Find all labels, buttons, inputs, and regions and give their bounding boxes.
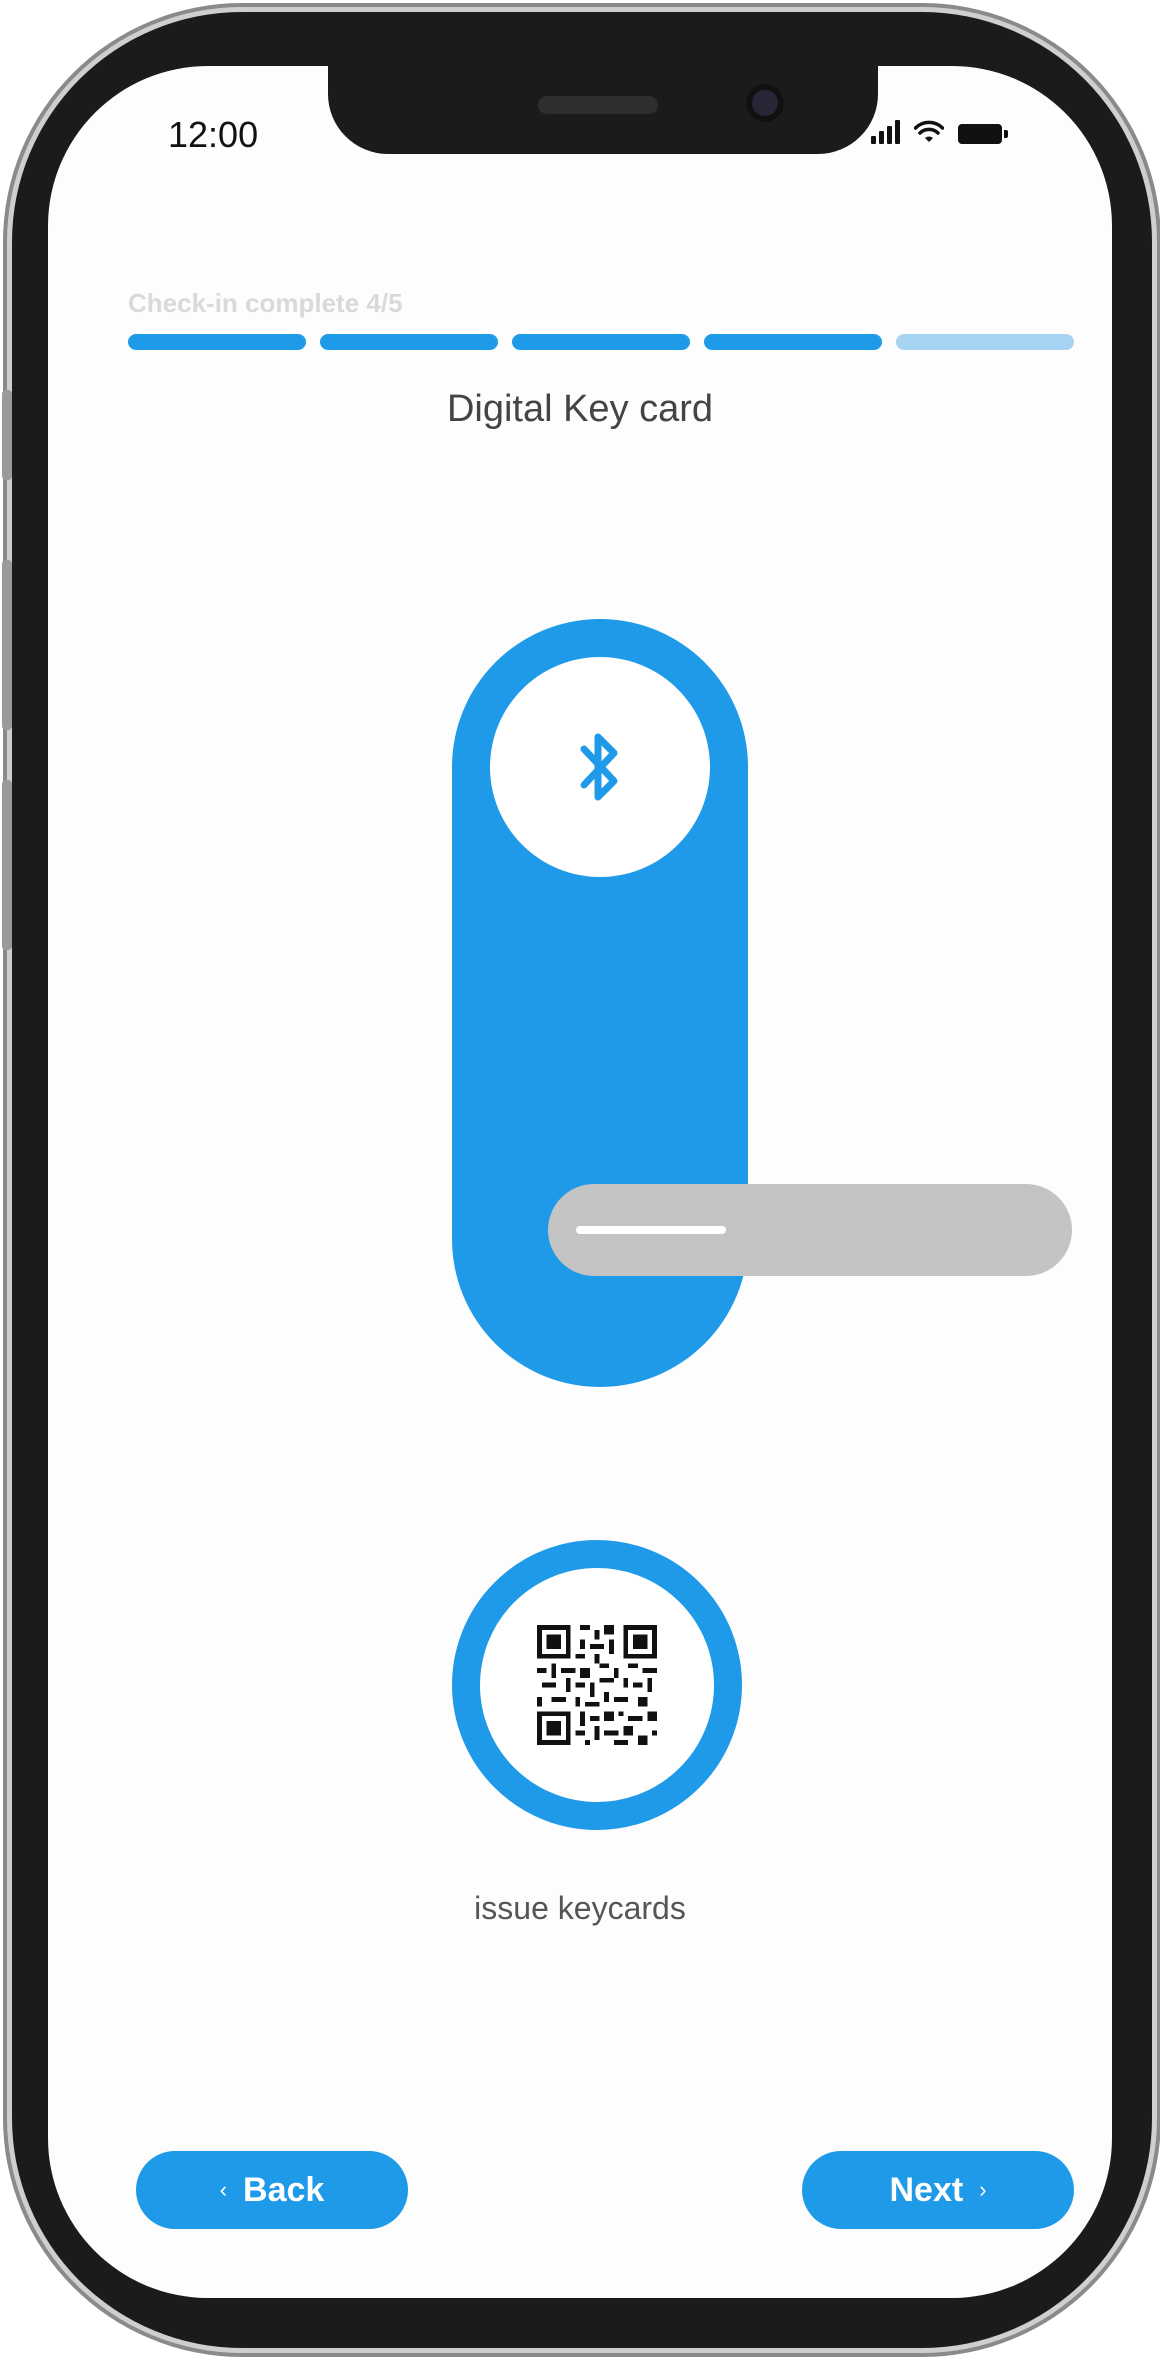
volume-up-button xyxy=(2,560,12,730)
qr-code-icon xyxy=(537,1625,657,1745)
issue-keycards-label: issue keycards xyxy=(474,1890,686,1926)
bluetooth-icon xyxy=(580,733,618,801)
progress-step-3 xyxy=(512,334,690,350)
app-screen: 12:00 Check-in complete 4/5 Digital Key … xyxy=(48,66,1112,2298)
wifi-icon xyxy=(914,120,944,142)
door-handle xyxy=(548,1184,1072,1276)
progress-step-4 xyxy=(704,334,882,350)
progress-step-1 xyxy=(128,334,306,350)
progress-step-2 xyxy=(320,334,498,350)
chevron-right-icon: › xyxy=(979,2177,987,2202)
progress-step-5 xyxy=(896,334,1074,350)
back-button[interactable]: ‹ Back xyxy=(136,2151,408,2229)
signal-icon xyxy=(871,120,900,144)
page-title: Digital Key card xyxy=(446,388,714,430)
status-time: 12:00 xyxy=(168,114,259,155)
notch xyxy=(328,66,878,154)
next-button[interactable]: Next › xyxy=(802,2151,1074,2229)
front-camera xyxy=(746,84,784,122)
handle-highlight xyxy=(576,1226,726,1234)
speaker-grille xyxy=(538,96,658,114)
progress-bar xyxy=(128,334,1074,350)
battery-icon xyxy=(958,124,1008,144)
back-button-label: Back xyxy=(243,2170,325,2209)
mute-switch xyxy=(2,390,12,480)
progress-label: Check-in complete 4/5 xyxy=(128,288,403,318)
volume-down-button xyxy=(2,780,12,950)
next-button-label: Next xyxy=(889,2170,964,2209)
chevron-left-icon: ‹ xyxy=(219,2177,228,2202)
bluetooth-button[interactable] xyxy=(490,657,710,877)
issue-keycards-button[interactable] xyxy=(452,1540,742,1830)
status-icons xyxy=(871,120,1008,144)
